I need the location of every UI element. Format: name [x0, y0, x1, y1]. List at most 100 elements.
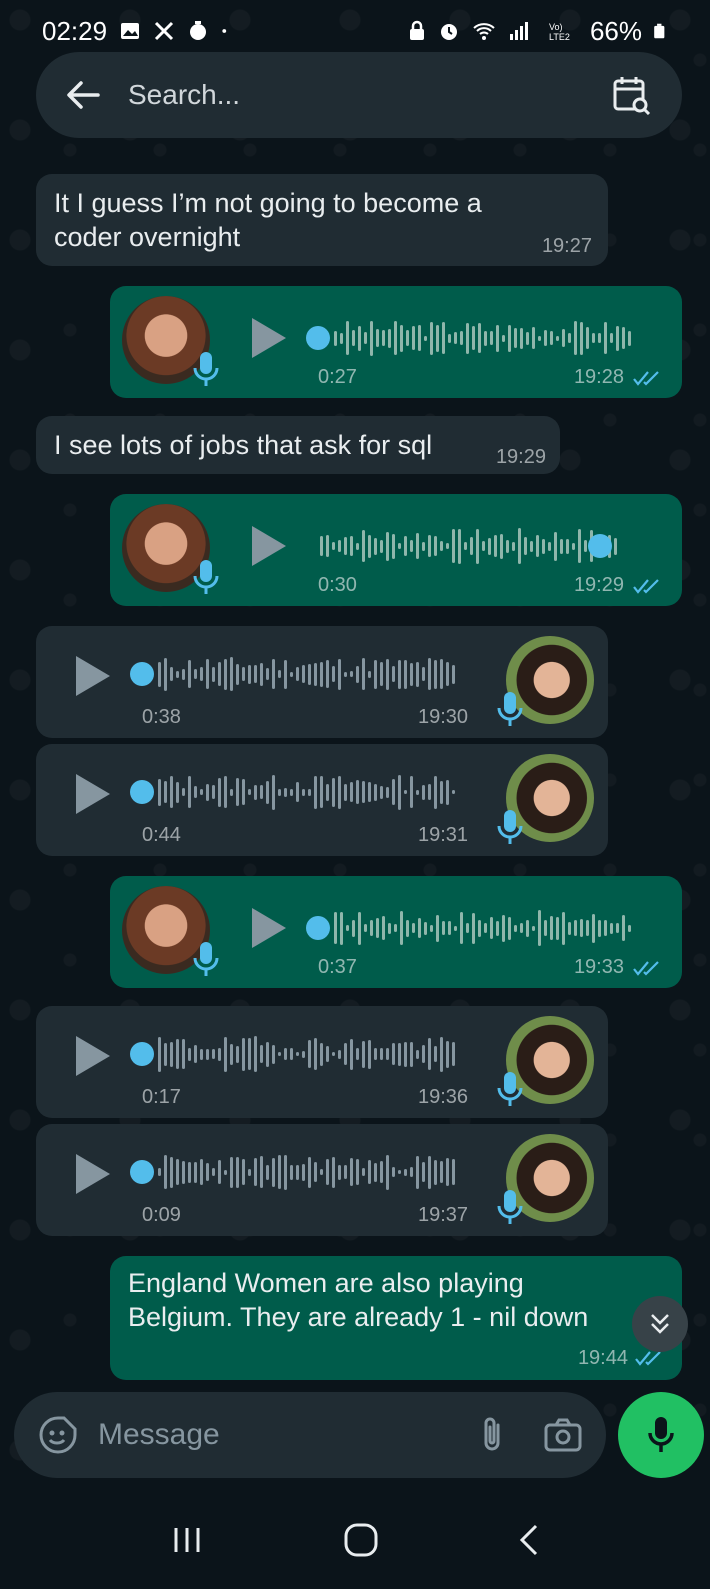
waveform-bar	[170, 1156, 173, 1188]
play-icon[interactable]	[76, 1154, 110, 1194]
waveform-bar	[332, 777, 335, 807]
playback-position[interactable]	[306, 326, 330, 350]
waveform-bar	[386, 531, 389, 561]
waveform-bar	[254, 1158, 257, 1186]
waveform-bar	[616, 325, 619, 351]
waveform-bar	[494, 535, 497, 557]
waveform-bar	[446, 1040, 449, 1068]
play-icon[interactable]	[252, 908, 286, 948]
message-incoming-voice[interactable]: 0:17 19:36	[36, 1006, 608, 1118]
waveform-bar	[464, 542, 467, 550]
waveform-bar	[260, 785, 263, 799]
message-incoming-voice[interactable]: 0:09 19:37	[36, 1124, 608, 1236]
waveform-bar	[554, 531, 557, 561]
recent-apps-icon[interactable]	[170, 1525, 204, 1555]
playback-position[interactable]	[130, 662, 154, 686]
message-incoming-voice[interactable]: 0:38 19:30	[36, 626, 608, 738]
waveform-bar	[536, 535, 539, 557]
voice-waveform[interactable]	[320, 524, 617, 568]
message-incoming-text[interactable]: I see lots of jobs that ask for sql 19:2…	[36, 416, 560, 474]
play-icon[interactable]	[252, 318, 286, 358]
waveform-bar	[230, 657, 233, 691]
search-input[interactable]: Search...	[128, 79, 240, 111]
waveform-bar	[616, 923, 619, 933]
waveform-bar	[320, 1042, 323, 1066]
waveform-bar	[350, 1038, 353, 1070]
waveform-bar	[350, 1158, 353, 1186]
waveform-bar	[592, 913, 595, 943]
waveform-bar	[466, 923, 469, 933]
waveform-bar	[164, 1042, 167, 1066]
playback-position[interactable]	[588, 534, 612, 558]
message-incoming-voice[interactable]: 0:44 19:31	[36, 744, 608, 856]
waveform-bar	[434, 775, 437, 809]
waveform-bar	[442, 921, 445, 935]
waveform-bar	[254, 784, 257, 800]
camera-icon[interactable]	[544, 1418, 582, 1452]
waveform-bar	[550, 916, 553, 940]
voice-waveform[interactable]	[334, 906, 631, 950]
playback-position[interactable]	[306, 916, 330, 940]
message-input[interactable]: Message	[98, 1418, 220, 1452]
waveform-bar	[272, 1044, 275, 1064]
waveform-bar	[386, 1048, 389, 1060]
waveform-bar	[410, 776, 413, 808]
waveform-bar	[566, 538, 569, 554]
message-outgoing-voice[interactable]: 0:37 19:33	[110, 876, 682, 988]
waveform-bar	[448, 333, 451, 343]
attach-icon[interactable]	[480, 1415, 504, 1455]
search-bar[interactable]: Search...	[36, 52, 682, 138]
play-icon[interactable]	[76, 656, 110, 696]
waveform-bar	[170, 1041, 173, 1067]
voice-waveform[interactable]	[158, 1150, 455, 1194]
waveform-bar	[224, 776, 227, 808]
playback-position[interactable]	[130, 1042, 154, 1066]
message-outgoing-text[interactable]: England Women are also playing Belgium. …	[110, 1256, 682, 1380]
waveform-bar	[218, 662, 221, 686]
waveform-bar	[344, 1165, 347, 1179]
waveform-bar	[334, 912, 337, 944]
record-voice-button[interactable]	[618, 1392, 704, 1478]
waveform-bar	[476, 528, 479, 564]
message-composer[interactable]: Message	[14, 1392, 606, 1478]
voice-waveform[interactable]	[158, 652, 455, 696]
message-time: 19:37	[418, 1204, 469, 1226]
waveform-bar	[610, 333, 613, 343]
play-icon[interactable]	[76, 1036, 110, 1076]
playback-position[interactable]	[130, 780, 154, 804]
waveform-bar	[412, 326, 415, 350]
voice-waveform[interactable]	[158, 1032, 455, 1076]
voice-waveform[interactable]	[334, 316, 631, 360]
message-incoming-text[interactable]: It I guess I’m not going to become a cod…	[36, 174, 608, 266]
waveform-bar	[488, 537, 491, 555]
back-arrow-icon[interactable]	[66, 80, 100, 110]
message-outgoing-voice[interactable]: 0:27 19:28	[110, 286, 682, 398]
waveform-bar	[398, 774, 401, 810]
waveform-bar	[628, 330, 631, 346]
waveform-bar	[296, 782, 299, 802]
waveform-bar	[446, 662, 449, 686]
play-icon[interactable]	[252, 526, 286, 566]
play-icon[interactable]	[76, 774, 110, 814]
home-icon[interactable]	[343, 1522, 379, 1558]
scroll-to-bottom-button[interactable]	[632, 1296, 688, 1352]
back-icon[interactable]	[518, 1523, 540, 1557]
waveform-bar	[392, 666, 395, 682]
waveform-bar	[380, 539, 383, 553]
waveform-bar	[410, 662, 413, 686]
waveform-bar	[182, 668, 185, 680]
emoji-icon[interactable]	[38, 1415, 78, 1455]
message-outgoing-voice[interactable]: 0:30 19:29	[110, 494, 682, 606]
voice-waveform[interactable]	[158, 770, 455, 814]
waveform-bar	[392, 779, 395, 805]
waveform-bar	[412, 923, 415, 933]
waveform-bar	[212, 666, 215, 682]
waveform-bar	[520, 327, 523, 349]
waveform-bar	[604, 322, 607, 354]
playback-position[interactable]	[130, 1160, 154, 1184]
waveform-bar	[416, 1049, 419, 1059]
waveform-bar	[296, 1164, 299, 1180]
waveform-bar	[176, 781, 179, 803]
waveform-bar	[278, 788, 281, 796]
calendar-search-icon[interactable]	[612, 75, 652, 115]
